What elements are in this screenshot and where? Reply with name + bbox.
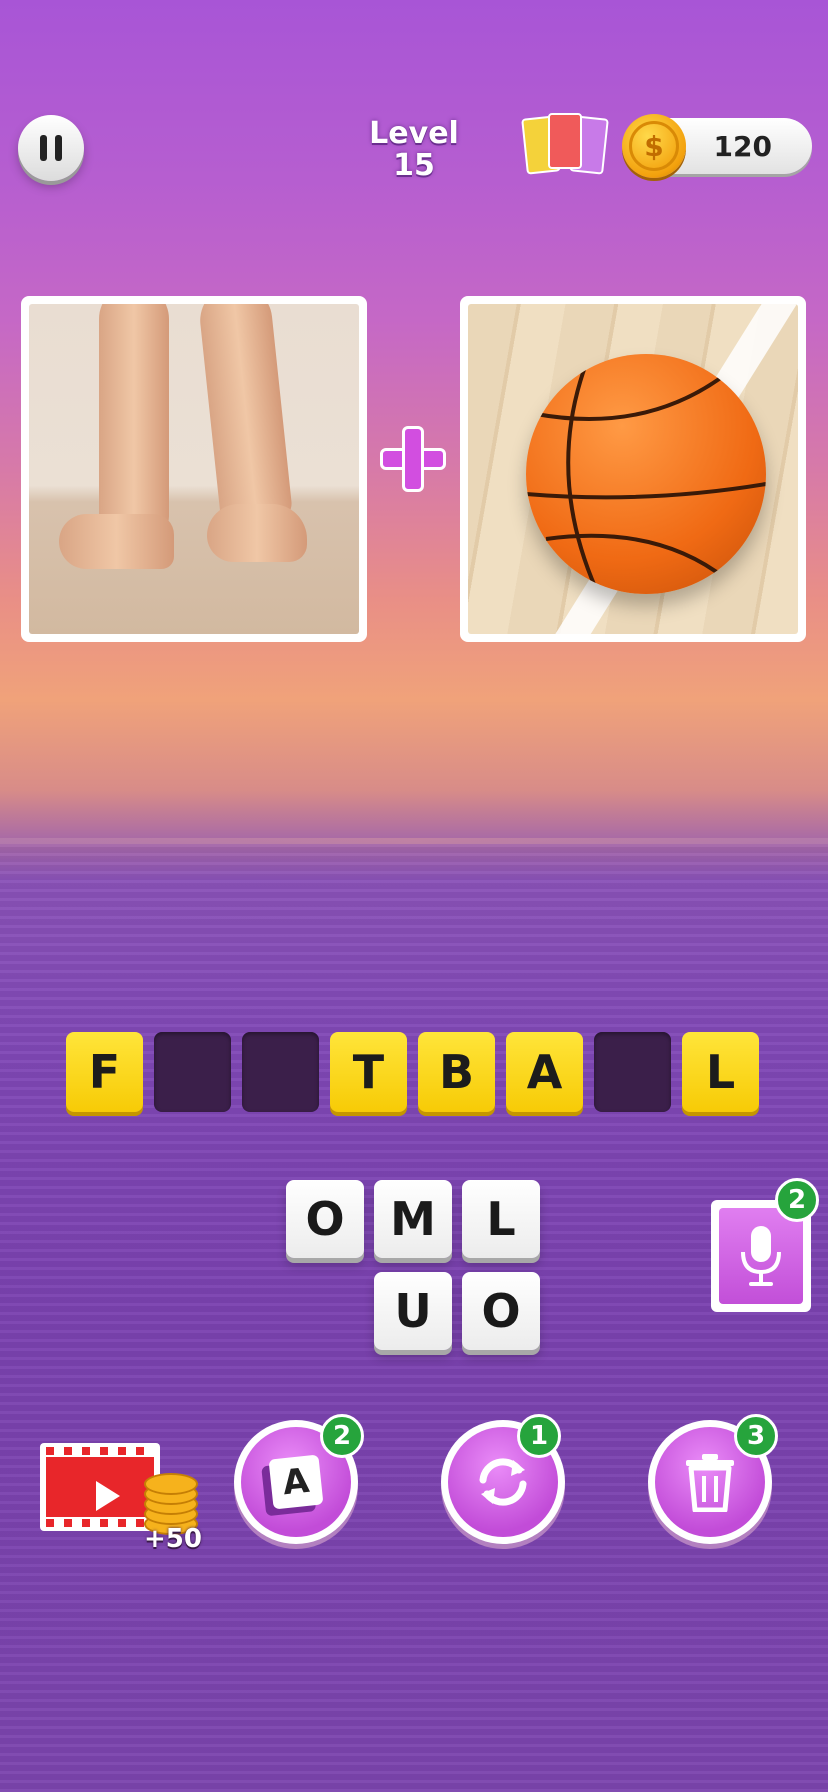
puzzle-image-right[interactable] (460, 296, 806, 642)
letter-tile[interactable]: U (374, 1272, 452, 1350)
coin-count: 120 (713, 130, 772, 163)
basketball-photo (468, 304, 798, 634)
level-number: 15 (393, 148, 435, 183)
answer-slot[interactable] (154, 1032, 231, 1112)
pause-button[interactable] (18, 115, 84, 181)
hint-count-badge: 2 (320, 1414, 364, 1458)
basketball-icon (526, 354, 766, 594)
letter-tile[interactable]: M (374, 1180, 452, 1258)
letter-tile[interactable]: O (286, 1180, 364, 1258)
shuffle-button[interactable]: 1 (441, 1414, 565, 1544)
answer-slot[interactable]: B (418, 1032, 495, 1112)
puzzle-image-left[interactable] (21, 296, 367, 642)
reveal-letter-button[interactable]: A 2 (234, 1414, 364, 1544)
level-label: Level (369, 116, 459, 151)
video-icon (40, 1443, 160, 1531)
card-collection-button[interactable] (521, 113, 610, 177)
hint-count-badge: 1 (517, 1414, 561, 1458)
hint-count-badge: 3 (734, 1414, 778, 1458)
pause-icon (40, 135, 47, 161)
letter-tile-icon: A (268, 1454, 324, 1510)
voice-hint-button[interactable]: 2 (711, 1178, 819, 1312)
answer-slot[interactable] (594, 1032, 671, 1112)
microphone-icon (741, 1226, 781, 1286)
shuffle-icon (479, 1458, 527, 1506)
answer-slot[interactable]: A (506, 1032, 583, 1112)
level-indicator: Level 15 (350, 118, 478, 182)
letter-tile[interactable]: O (462, 1272, 540, 1350)
answer-slots: F T B A L (66, 1032, 759, 1112)
card-icon (548, 113, 582, 169)
answer-slot[interactable] (242, 1032, 319, 1112)
plus-icon (380, 426, 446, 492)
watch-video-button[interactable] (40, 1443, 198, 1535)
letter-tile[interactable]: L (462, 1180, 540, 1258)
hint-count-badge: 2 (775, 1178, 819, 1222)
answer-slot[interactable]: T (330, 1032, 407, 1112)
coin-icon: $ (622, 114, 686, 178)
answer-slot[interactable]: F (66, 1032, 143, 1112)
bare-feet-photo (29, 304, 359, 634)
play-icon (96, 1481, 120, 1511)
answer-slot[interactable]: L (682, 1032, 759, 1112)
video-reward-label: +50 (144, 1524, 202, 1554)
trash-icon (686, 1454, 734, 1512)
delete-letters-button[interactable]: 3 (648, 1414, 778, 1544)
